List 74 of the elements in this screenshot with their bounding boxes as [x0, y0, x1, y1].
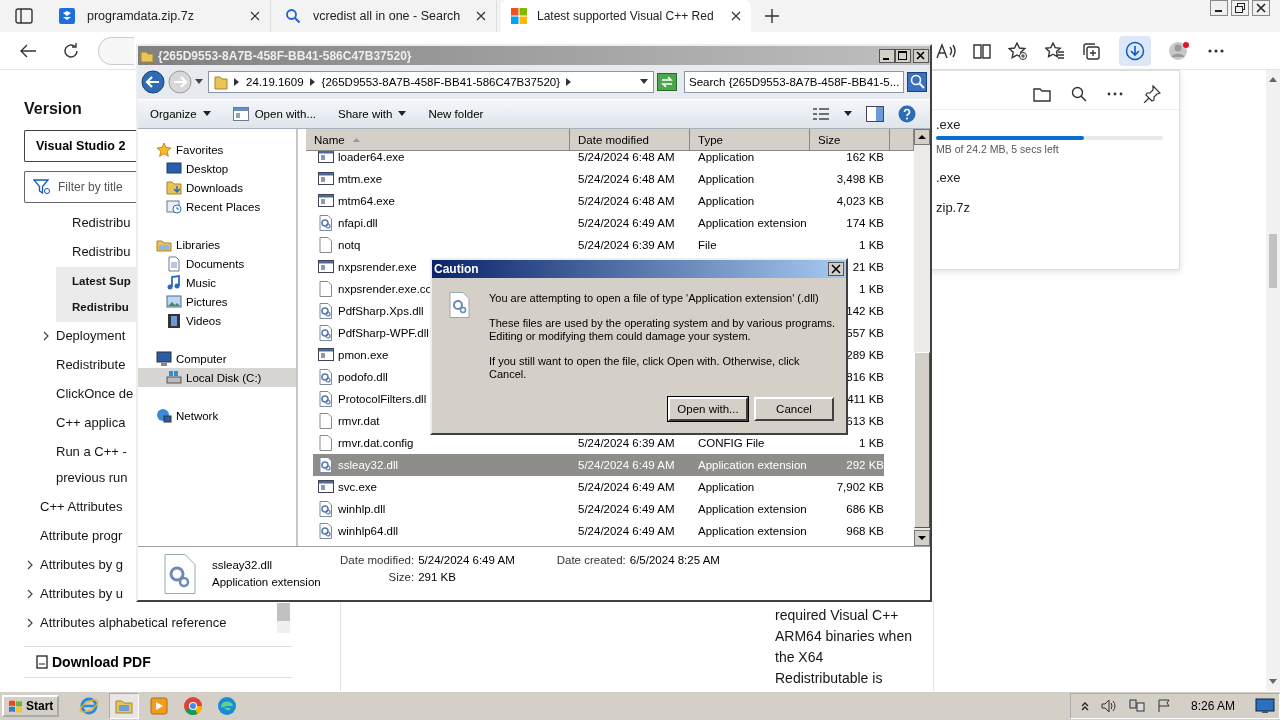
field-value: 291 KB — [418, 571, 457, 583]
tab-title: Latest supported Visual C++ Red — [537, 9, 715, 23]
date-cell: 5/24/2024 6:48 AM — [578, 195, 675, 207]
section-heading: Version — [24, 100, 82, 119]
download-status: MB of 24.2 MB, 5 secs left — [936, 143, 1060, 155]
date-cell: 5/24/2024 6:49 AM — [578, 459, 675, 471]
size-cell: 1 KB — [859, 437, 884, 449]
tab-title: programdata.zip.7z — [87, 9, 195, 23]
date-cell: 5/24/2024 6:39 AM — [578, 437, 675, 449]
dialog-title: Caution — [434, 262, 479, 276]
file-name: mtm64.exe — [338, 195, 395, 207]
type-cell: Application extension — [698, 525, 807, 537]
type-cell: Application — [698, 173, 755, 185]
file-name: winhlp64.dll — [338, 525, 399, 537]
clock-text: 8:26 AM — [1190, 699, 1235, 713]
date-cell: 5/24/2024 6:48 AM — [578, 173, 675, 185]
file-name: zip.7z — [936, 200, 971, 215]
size-cell: 162 KB — [846, 151, 884, 163]
date-cell: 5/24/2024 6:48 AM — [578, 151, 675, 163]
size-cell: 21 KB — [852, 261, 884, 273]
size-cell: 174 KB — [846, 217, 884, 229]
file-name: .exe — [936, 170, 962, 185]
type-cell: Application — [698, 195, 755, 207]
file-name: rmvr.dat.config — [338, 437, 414, 449]
type-cell: Application extension — [698, 217, 807, 229]
type-cell: Application — [698, 481, 755, 493]
file-name: PdfSharp-WPF.dll — [338, 327, 429, 339]
size-cell: 292 KB — [846, 459, 884, 471]
message-text: These files are used by the operating system and by various programs. Editing or modifying them could damage your system. — [489, 317, 837, 343]
size-cell: 3,498 KB — [836, 173, 884, 185]
file-name: nfapi.dll — [338, 217, 378, 229]
file-name: .exe — [936, 117, 962, 132]
date-cell: 5/24/2024 6:49 AM — [578, 503, 675, 515]
file-name: ProtocolFilters.dll — [338, 393, 427, 405]
file-name: svc.exe — [338, 481, 377, 493]
message-text: If you still want to open the file, click Open with. Otherwise, click Cancel. — [489, 355, 801, 381]
field-label: Size: — [387, 571, 415, 583]
file-name: nxpsrender.exe — [338, 261, 417, 273]
type-cell: Application extension — [698, 459, 807, 471]
size-cell: 686 KB — [846, 503, 884, 515]
size-cell: 142 KB — [846, 305, 884, 317]
window-title: {265D9553-8A7B-458F-BB41-586C47B37520} — [158, 48, 413, 63]
type-cell: CONFIG File — [698, 437, 765, 449]
size-cell: 7,902 KB — [836, 481, 884, 493]
date-cell: 5/24/2024 6:49 AM — [578, 217, 675, 229]
date-cell: 5/24/2024 6:49 AM — [578, 525, 675, 537]
size-cell: 1 KB — [859, 283, 884, 295]
date-cell: 5/24/2024 6:39 AM — [578, 239, 675, 251]
file-name: notq — [338, 239, 361, 251]
field-value: 6/5/2024 8:25 AM — [629, 554, 720, 566]
file-name: rmvr.dat — [338, 415, 380, 427]
file-name: nxpsrender.exe.co — [338, 283, 432, 295]
size-cell: 411 KB — [847, 393, 884, 405]
tab-title: vcredist all in one - Search — [313, 9, 462, 23]
file-name: pmon.exe — [338, 349, 389, 361]
size-cell: 1 KB — [859, 239, 884, 251]
field-label: Date created: — [556, 554, 626, 566]
size-cell: 968 KB — [846, 525, 884, 537]
file-name: podofo.dll — [338, 371, 388, 383]
type-cell: File — [698, 239, 717, 251]
file-name: ssleay32.dll — [338, 459, 399, 471]
file-name: PdfSharp.Xps.dll — [338, 305, 424, 317]
date-cell: 5/24/2024 6:49 AM — [578, 481, 675, 493]
file-name: mtm.exe — [338, 173, 383, 185]
size-cell: 4,023 KB — [836, 195, 884, 207]
type-cell: Application extension — [698, 503, 807, 515]
field-label: Date modified: — [340, 554, 415, 566]
file-name: ssleay32.dll — [212, 559, 274, 571]
type-cell: Application — [698, 151, 755, 163]
file-name: loader64.exe — [338, 151, 405, 163]
file-name: winhlp.dll — [338, 503, 386, 515]
file-type: Application extension — [212, 576, 322, 588]
message-text: You are attempting to open a file of type 'Application extension' (.dll) — [489, 292, 820, 305]
field-value: 5/24/2024 6:49 AM — [418, 554, 515, 566]
